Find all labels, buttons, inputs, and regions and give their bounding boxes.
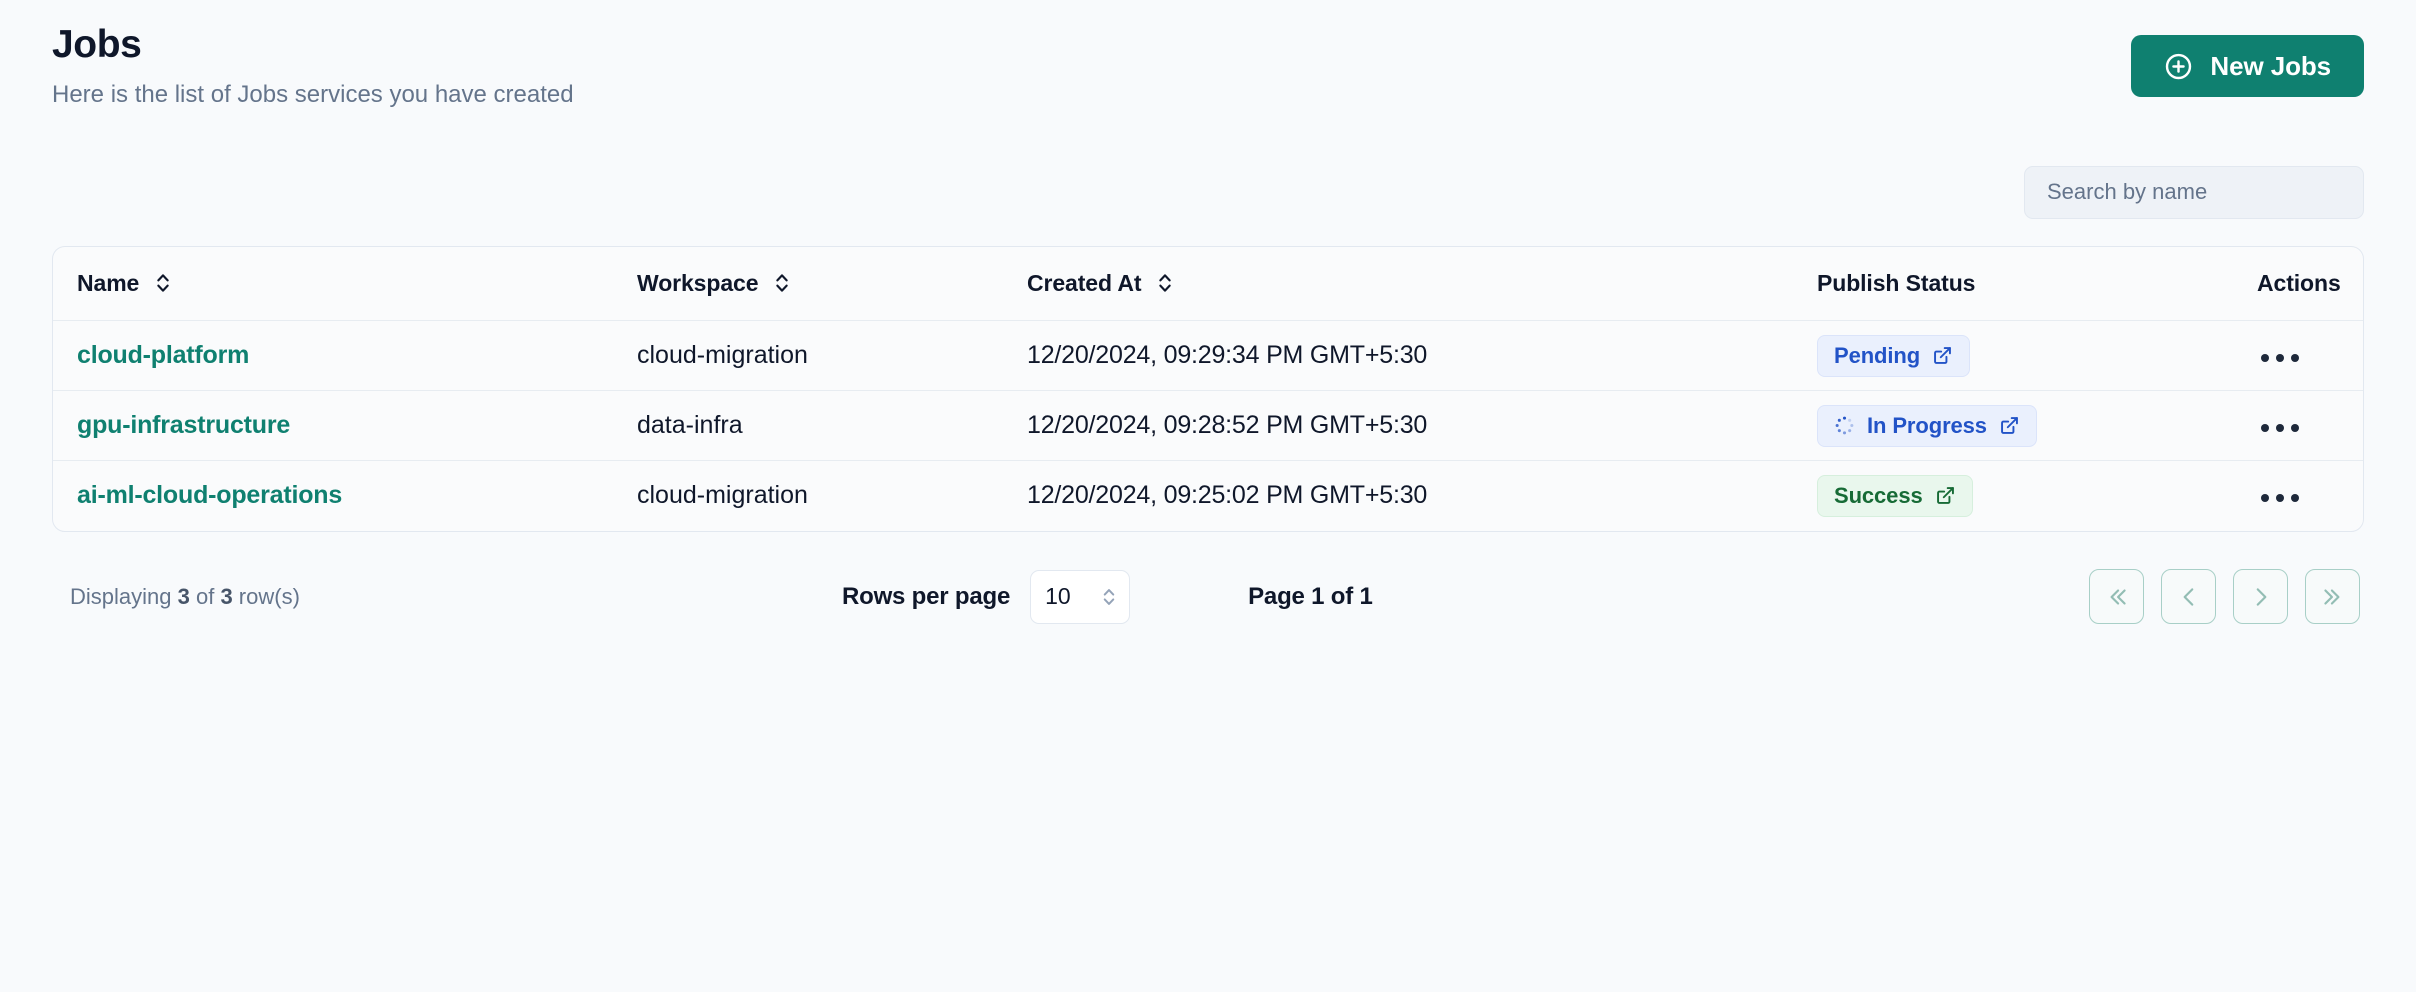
rows-info-prefix: Displaying <box>70 583 178 609</box>
cell-created-at: 12/20/2024, 09:29:34 PM GMT+5:30 <box>1027 341 1428 370</box>
chevron-updown-icon <box>1103 588 1115 605</box>
ellipsis-icon <box>2291 423 2299 432</box>
column-header-name-label: Name <box>77 269 140 296</box>
rows-per-page-label: Rows per page <box>842 582 1011 610</box>
sort-workspace-icon[interactable] <box>773 271 791 295</box>
rows-per-page-value: 10 <box>1045 583 1071 610</box>
cell-publish-status: In Progress <box>1793 391 2233 461</box>
rows-per-page-select[interactable]: 10 <box>1030 569 1131 624</box>
ellipsis-icon <box>2261 353 2269 362</box>
row-actions-menu-button[interactable] <box>2257 484 2303 512</box>
ellipsis-icon <box>2276 493 2284 502</box>
ellipsis-icon <box>2276 423 2284 432</box>
job-name-link[interactable]: ai-ml-cloud-operations <box>77 481 342 509</box>
new-jobs-button[interactable]: New Jobs <box>2131 35 2364 97</box>
sort-name-icon[interactable] <box>154 271 172 295</box>
page-subtitle: Here is the list of Jobs services you ha… <box>52 80 574 108</box>
last-page-button[interactable] <box>2305 569 2360 625</box>
external-link-icon <box>1932 345 1953 366</box>
rows-info-total: 3 <box>220 583 233 609</box>
rows-per-page-group: Rows per page 10 <box>842 569 1131 624</box>
column-header-publish-status-label: Publish Status <box>1817 269 1976 296</box>
cell-name: gpu-infrastructure <box>53 391 613 461</box>
cell-actions <box>2233 321 2363 391</box>
chevron-left-icon <box>2183 588 2193 606</box>
row-actions-menu-button[interactable] <box>2257 414 2303 442</box>
ellipsis-icon <box>2291 353 2299 362</box>
search-row <box>52 165 2364 219</box>
page-indicator: Page 1 of 1 <box>1248 582 1373 610</box>
cell-name: ai-ml-cloud-operations <box>53 461 613 531</box>
page-title: Jobs <box>52 23 142 66</box>
ellipsis-icon <box>2261 423 2269 432</box>
jobs-table: Name Workspace Created At Publish Status… <box>53 247 2363 531</box>
column-header-created-at-label: Created At <box>1027 269 1142 296</box>
status-badge-label: Success <box>1834 482 1923 508</box>
first-page-button[interactable] <box>2089 569 2144 625</box>
plus-circle-icon <box>2164 52 2193 81</box>
new-jobs-button-label: New Jobs <box>2210 50 2331 81</box>
jobs-page: Jobs Here is the list of Jobs services y… <box>0 0 2416 992</box>
cell-workspace: data-infra <box>637 411 743 440</box>
cell-workspace: cloud-migration <box>637 481 808 510</box>
page-header: Jobs Here is the list of Jobs services y… <box>52 0 2364 110</box>
spinner-icon <box>1834 415 1855 436</box>
rows-displayed-info: Displaying 3 of 3 row(s) <box>52 584 842 610</box>
status-badge-label: Pending <box>1834 342 1921 368</box>
column-header-created-at: Created At <box>1003 247 1793 321</box>
cell-publish-status: Success <box>1793 461 2233 531</box>
column-header-publish-status: Publish Status <box>1793 247 2233 321</box>
column-header-actions: Actions <box>2233 247 2363 321</box>
next-page-button[interactable] <box>2233 569 2288 625</box>
table-header-row: Name Workspace Created At Publish Status… <box>53 247 2363 321</box>
status-badge[interactable]: In Progress <box>1817 404 2037 447</box>
column-header-name: Name <box>53 247 613 321</box>
previous-page-button[interactable] <box>2161 569 2216 625</box>
column-header-workspace-label: Workspace <box>637 269 759 296</box>
cell-actions <box>2233 391 2363 461</box>
job-name-link[interactable]: gpu-infrastructure <box>77 411 290 439</box>
chevrons-right-icon <box>2323 589 2339 605</box>
ellipsis-icon <box>2276 353 2284 362</box>
cell-publish-status: Pending <box>1793 321 2233 391</box>
pagination-controls <box>2089 569 2364 625</box>
rows-info-middle: of <box>189 583 221 609</box>
jobs-table-card: Name Workspace Created At Publish Status… <box>52 245 2364 532</box>
status-badge[interactable]: Success <box>1817 474 1973 517</box>
table-row: gpu-infrastructure data-infra 12/20/2024… <box>53 390 2363 461</box>
cell-name: cloud-platform <box>53 321 613 391</box>
table-row: cloud-platform cloud-migration 12/20/202… <box>53 320 2363 391</box>
cell-workspace: cloud-migration <box>637 341 808 370</box>
sort-created-at-icon[interactable] <box>1156 271 1174 295</box>
external-link-icon <box>1935 485 1956 506</box>
ellipsis-icon <box>2291 493 2299 502</box>
status-badge-label: In Progress <box>1867 412 1987 438</box>
cell-created-at: 12/20/2024, 09:25:02 PM GMT+5:30 <box>1027 481 1428 510</box>
rows-info-count: 3 <box>177 583 190 609</box>
chevron-right-icon <box>2256 588 2266 606</box>
chevrons-left-icon <box>2110 589 2126 605</box>
cell-created-at: 12/20/2024, 09:28:52 PM GMT+5:30 <box>1027 411 1428 440</box>
table-footer: Displaying 3 of 3 row(s) Rows per page 1… <box>52 564 2364 630</box>
search-input[interactable] <box>2024 165 2364 219</box>
cell-actions <box>2233 461 2363 531</box>
header-text-group: Jobs Here is the list of Jobs services y… <box>52 23 574 110</box>
table-body: cloud-platform cloud-migration 12/20/202… <box>53 320 2363 531</box>
column-header-actions-label: Actions <box>2257 269 2341 296</box>
status-badge[interactable]: Pending <box>1817 334 1971 377</box>
job-name-link[interactable]: cloud-platform <box>77 341 249 369</box>
external-link-icon <box>1999 415 2020 436</box>
ellipsis-icon <box>2261 493 2269 502</box>
table-head: Name Workspace Created At Publish Status… <box>53 247 2363 321</box>
row-actions-menu-button[interactable] <box>2257 344 2303 372</box>
column-header-workspace: Workspace <box>613 247 1003 321</box>
table-row: ai-ml-cloud-operations cloud-migration 1… <box>53 460 2363 531</box>
rows-info-suffix: row(s) <box>232 583 300 609</box>
